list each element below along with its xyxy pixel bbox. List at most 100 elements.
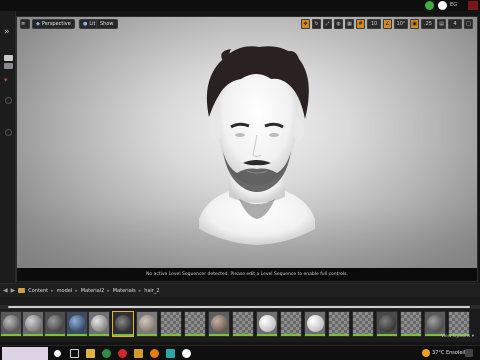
folder-icon[interactable] bbox=[134, 349, 143, 358]
show-button[interactable]: Show bbox=[96, 19, 118, 29]
asset-type-bar bbox=[353, 334, 373, 336]
system-tray-icon[interactable] bbox=[465, 349, 473, 357]
asset-thumbnail[interactable] bbox=[304, 311, 326, 337]
screen: EG » ▾ ≡ ◆ Perspective ● Lit Show ✥ ↻ ⤢ ◍ … bbox=[0, 0, 480, 360]
chevron-right-icon: ▸ bbox=[138, 287, 142, 294]
perspective-button[interactable]: ◆ Perspective bbox=[32, 19, 75, 29]
breadcrumb-item[interactable]: hair_2 bbox=[144, 288, 159, 294]
rotate-tool-icon[interactable]: ↻ bbox=[312, 19, 321, 29]
asset-thumbnail[interactable] bbox=[136, 311, 158, 337]
asset-thumbnail[interactable] bbox=[280, 311, 302, 337]
notification-icon[interactable] bbox=[425, 1, 434, 10]
viewport-toolbar: ≡ ◆ Perspective ● Lit Show ✥ ↻ ⤢ ◍ ▦ # 10 … bbox=[17, 17, 477, 31]
asset-thumbnail-selected[interactable] bbox=[112, 311, 134, 337]
radio-icon[interactable] bbox=[5, 97, 12, 104]
file-explorer-icon[interactable] bbox=[86, 349, 95, 358]
camera-speed-icon[interactable]: ▤ bbox=[437, 19, 446, 29]
weather-label[interactable]: 37°C Ensoleillé bbox=[432, 348, 470, 358]
grid-size-value[interactable]: 10 bbox=[367, 19, 381, 29]
maya-icon[interactable] bbox=[166, 349, 175, 358]
material-sphere bbox=[379, 315, 396, 332]
scale-tool-icon[interactable]: ⤢ bbox=[323, 19, 332, 29]
project-label: EG bbox=[450, 2, 458, 8]
asset-thumbnail[interactable] bbox=[256, 311, 278, 337]
opera-icon[interactable] bbox=[118, 349, 127, 358]
breadcrumb-item[interactable]: model bbox=[57, 288, 73, 294]
scale-snap-value[interactable]: .25 bbox=[421, 19, 435, 29]
asset-thumbnail[interactable] bbox=[22, 311, 44, 337]
task-view-icon[interactable] bbox=[70, 349, 79, 358]
asset-thumbnail[interactable] bbox=[400, 311, 422, 337]
asset-type-bar bbox=[161, 334, 181, 336]
material-sphere bbox=[3, 315, 20, 332]
material-sphere bbox=[115, 315, 132, 332]
asset-type-bar bbox=[233, 334, 253, 336]
camera-icon: ◆ bbox=[36, 21, 40, 27]
grid-snap-icon[interactable]: # bbox=[356, 19, 365, 29]
asset-thumbnail[interactable] bbox=[88, 311, 110, 337]
asset-thumbnail[interactable] bbox=[232, 311, 254, 337]
asset-thumbnail[interactable] bbox=[44, 311, 66, 337]
rotation-snap-icon[interactable]: ∠ bbox=[383, 19, 392, 29]
asset-thumbnail[interactable] bbox=[352, 311, 374, 337]
close-button[interactable] bbox=[468, 1, 478, 10]
chrome-icon[interactable] bbox=[102, 349, 111, 358]
camera-speed-value[interactable]: 4 bbox=[448, 19, 462, 29]
unreal-icon[interactable] bbox=[182, 349, 191, 358]
asset-type-bar bbox=[257, 334, 277, 336]
asset-thumbnail[interactable] bbox=[328, 311, 350, 337]
surface-snap-icon[interactable]: ▦ bbox=[345, 19, 354, 29]
weather-icon[interactable] bbox=[422, 349, 430, 357]
back-icon[interactable]: ◀ bbox=[3, 287, 8, 294]
asset-type-bar bbox=[377, 334, 397, 336]
asset-type-bar bbox=[185, 334, 205, 336]
asset-thumbnail[interactable] bbox=[208, 311, 230, 337]
asset-type-bar bbox=[329, 334, 349, 336]
forward-icon[interactable]: ▶ bbox=[11, 287, 16, 294]
hamburger-icon[interactable]: ≡ bbox=[20, 19, 30, 29]
head-bust-model bbox=[199, 46, 315, 245]
breadcrumb: ◀ ▶ Content ▸ model ▸ Material2 ▸ Materi… bbox=[0, 284, 480, 297]
breadcrumb-item[interactable]: Materials bbox=[113, 288, 136, 294]
transform-tools: ✥ ↻ ⤢ ◍ ▦ # 10 ∠ 10° ▣ .25 ▤ 4 □ bbox=[301, 19, 473, 29]
asset-thumbnail[interactable] bbox=[0, 311, 22, 337]
asset-type-bar bbox=[1, 334, 21, 336]
panel-tab-icon[interactable] bbox=[4, 63, 13, 69]
filter-icon[interactable]: ▾ bbox=[4, 77, 8, 84]
material-sphere bbox=[307, 315, 324, 332]
panel-tab-icon[interactable] bbox=[4, 55, 13, 61]
asset-type-bar bbox=[45, 334, 65, 336]
chevron-right-icon: ▸ bbox=[107, 287, 110, 294]
breadcrumb-item[interactable]: Material2 bbox=[81, 288, 105, 294]
chevron-right-icon: ▸ bbox=[51, 287, 54, 294]
select-tool-icon[interactable]: ✥ bbox=[301, 19, 310, 29]
lightbulb-icon: ● bbox=[83, 21, 88, 27]
blender-icon[interactable] bbox=[150, 349, 159, 358]
level-viewport[interactable]: ≡ ◆ Perspective ● Lit Show ✥ ↻ ⤢ ◍ ▦ # 10 … bbox=[16, 16, 478, 282]
asset-thumbnail[interactable] bbox=[160, 311, 182, 337]
content-browser: ◀ ▶ Content ▸ model ▸ Material2 ▸ Materi… bbox=[0, 283, 480, 342]
asset-thumbnail[interactable] bbox=[66, 311, 88, 337]
asset-thumbnail[interactable] bbox=[184, 311, 206, 337]
left-panel: » ▾ bbox=[0, 11, 16, 283]
view-options-button[interactable]: View Options ▾ bbox=[441, 334, 474, 339]
maximize-icon[interactable]: □ bbox=[464, 19, 473, 29]
material-sphere bbox=[91, 315, 108, 332]
rotation-snap-value[interactable]: 10° bbox=[394, 19, 408, 29]
lit-label: Lit bbox=[89, 21, 96, 27]
perspective-label: Perspective bbox=[41, 21, 71, 27]
asset-thumbnail-strip bbox=[0, 311, 480, 340]
asset-type-bar bbox=[137, 334, 157, 336]
radio-icon[interactable] bbox=[5, 129, 12, 136]
wallpaper-thumbnail bbox=[2, 347, 48, 360]
asset-type-bar bbox=[209, 334, 229, 336]
material-sphere bbox=[25, 315, 42, 332]
material-sphere bbox=[427, 315, 444, 332]
expand-chevron-icon[interactable]: » bbox=[4, 28, 10, 37]
search-icon[interactable] bbox=[54, 350, 61, 357]
scale-snap-icon[interactable]: ▣ bbox=[410, 19, 419, 29]
breadcrumb-item[interactable]: Content bbox=[28, 288, 48, 294]
world-space-icon[interactable]: ◍ bbox=[334, 19, 343, 29]
asset-thumbnail[interactable] bbox=[376, 311, 398, 337]
scrollbar-thumb[interactable] bbox=[8, 306, 470, 308]
